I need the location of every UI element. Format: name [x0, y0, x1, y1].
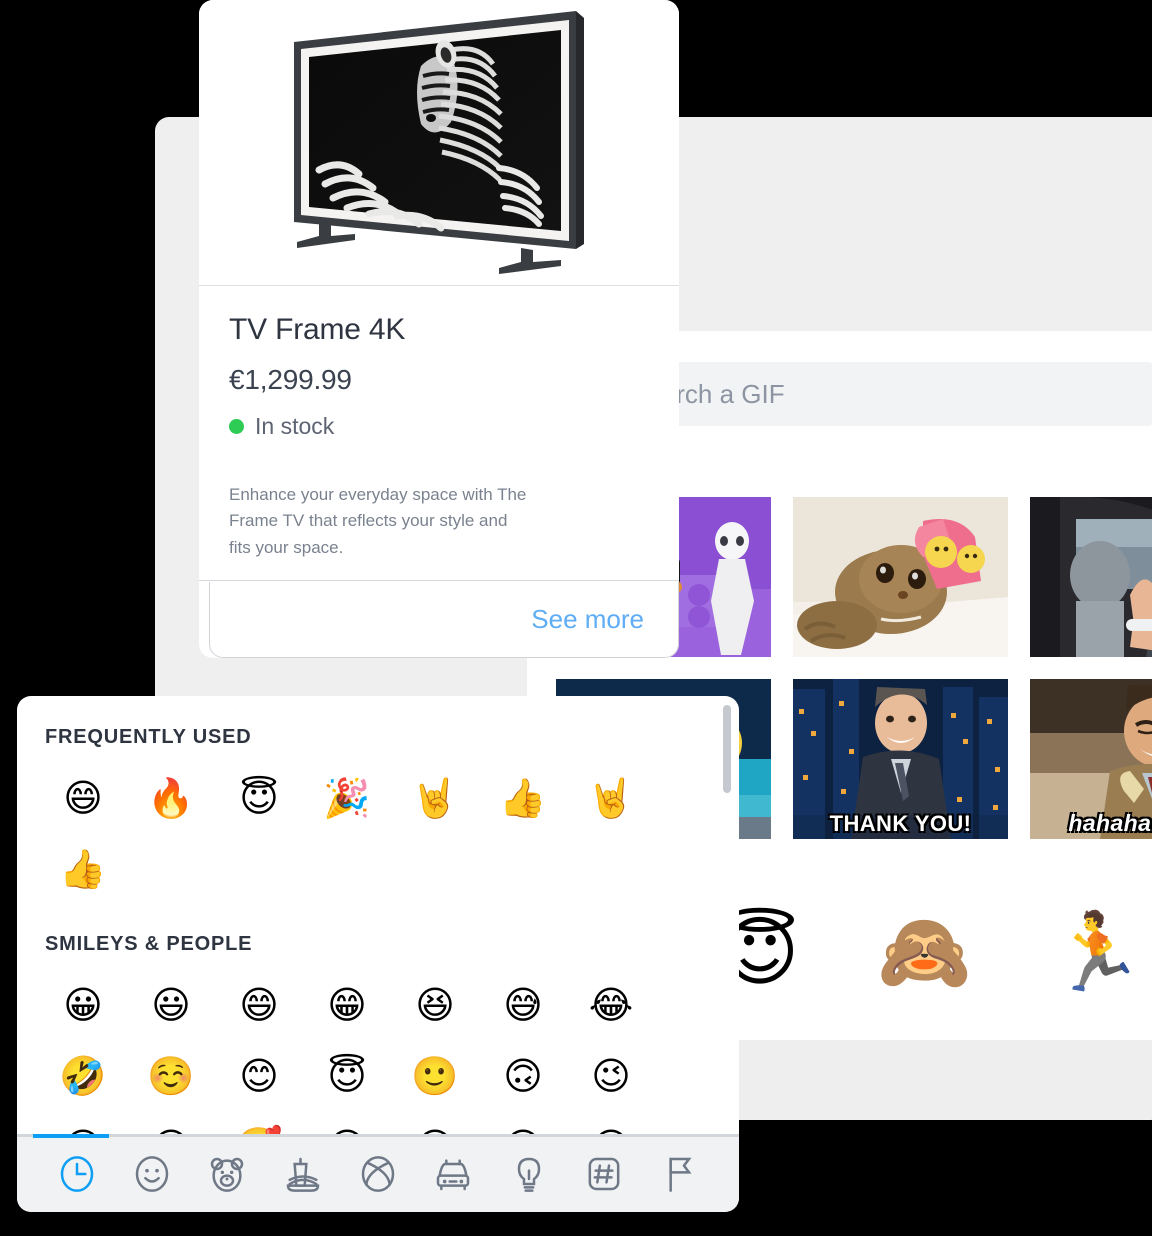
emoji-cell[interactable]: 😌: [39, 1112, 127, 1137]
emoji-cell[interactable]: 🥰: [215, 1112, 303, 1137]
emoji-cell[interactable]: 😄: [215, 970, 303, 1041]
bear-animal-icon: [207, 1152, 247, 1201]
emoji-cell[interactable]: 😙: [479, 1112, 567, 1137]
product-description: Enhance your everyday space with The Fra…: [229, 485, 527, 557]
emoji-cell[interactable]: 😉: [567, 1041, 655, 1112]
emoji-tab-objects[interactable]: [491, 1137, 566, 1212]
gif-caption: THANK YOU!: [829, 811, 972, 836]
emoji-section-title-smileys-people: SMILEYS & PEOPLE: [45, 933, 253, 955]
product-card: TV Frame 4K €1,299.99 In stock Enhance y…: [199, 0, 679, 658]
smiley-icon: [132, 1152, 172, 1201]
gif-caption: hahahahaha: [1068, 810, 1152, 836]
emoji-picker-panel: FREQUENTLY USED 😄 🔥 😇 🎉 🤘 👍 🤘 👍 SMILEYS …: [17, 696, 739, 1212]
emoji-cell[interactable]: 😄: [39, 763, 127, 834]
gif-thumb-man-thumbs-up-in-car[interactable]: [1030, 497, 1152, 657]
basketball-icon: [358, 1152, 398, 1201]
emoji-cell[interactable]: 😊: [215, 1041, 303, 1112]
emoji-tab-symbols[interactable]: [566, 1137, 641, 1212]
emoji-cell[interactable]: 🤘: [567, 763, 655, 834]
large-emoji-row: 😇 🙈 🏃: [720, 915, 1145, 991]
status-dot-icon: [229, 419, 244, 434]
gif-thumb-seth-meyers-thank-you[interactable]: THANK YOU!: [793, 679, 1008, 839]
product-info: TV Frame 4K €1,299.99 In stock Enhance y…: [199, 287, 679, 581]
emoji-grid-frequently-used: 😄 🔥 😇 🎉 🤘 👍 🤘 👍: [17, 763, 717, 905]
emoji-tab-flags[interactable]: [642, 1137, 717, 1212]
emoji-grid-smileys-people: 😀 😃 😄 😁 😆 😅 😂 🤣 ☺️ 😊 😇 🙂 🙃 😉 😌 😍 🥰 😘 😗: [17, 970, 717, 1137]
see-more-link[interactable]: See more: [531, 604, 644, 635]
status-badge: In stock: [255, 413, 335, 439]
emoji-cell[interactable]: 😍: [127, 1112, 215, 1137]
product-title: TV Frame 4K: [229, 313, 406, 346]
emoji-cell[interactable]: 😗: [391, 1112, 479, 1137]
emoji-cell[interactable]: ☺️: [127, 1041, 215, 1112]
emoji-cell[interactable]: 😇: [303, 1041, 391, 1112]
recent-clock-icon: [57, 1152, 97, 1201]
emoji-cell[interactable]: 😆: [391, 970, 479, 1041]
emoji-cell[interactable]: 😀: [39, 970, 127, 1041]
emoji-person-running[interactable]: 🏃: [1050, 915, 1145, 991]
emoji-cell[interactable]: 👍: [39, 834, 127, 905]
emoji-cell[interactable]: 😁: [303, 970, 391, 1041]
car-travel-icon: [433, 1152, 473, 1201]
emoji-cell[interactable]: 😂: [567, 970, 655, 1041]
framed-tv-illustration: [199, 0, 679, 286]
emoji-tab-recent-clock[interactable]: [39, 1137, 114, 1212]
emoji-cell[interactable]: 😇: [215, 763, 303, 834]
product-card-footer: See more: [209, 582, 679, 658]
emoji-cell[interactable]: 🙃: [479, 1041, 567, 1112]
emoji-section-title-frequently-used: FREQUENTLY USED: [45, 726, 252, 748]
screenshot-stage: Search a GIF POPULAR: [0, 0, 1152, 1236]
emoji-category-tabbar: [17, 1134, 739, 1212]
stock-status: In stock: [229, 413, 649, 440]
emoji-cell[interactable]: 😅: [479, 970, 567, 1041]
emoji-tab-food[interactable]: [265, 1137, 340, 1212]
hash-symbol-icon: [584, 1152, 624, 1201]
emoji-scroll-area: FREQUENTLY USED 😄 🔥 😇 🎉 🤘 👍 🤘 👍 SMILEYS …: [17, 696, 739, 1136]
emoji-cell[interactable]: 🔥: [127, 763, 215, 834]
emoji-cell[interactable]: 👍: [479, 763, 567, 834]
emoji-tab-travel[interactable]: [416, 1137, 491, 1212]
lightbulb-icon: [509, 1152, 549, 1201]
flag-icon: [659, 1152, 699, 1201]
emoji-cell[interactable]: 😘: [303, 1112, 391, 1137]
food-drink-icon: [283, 1152, 323, 1201]
emoji-scrollbar[interactable]: [723, 705, 731, 1125]
product-image: [199, 0, 679, 286]
emoji-scrollbar-thumb[interactable]: [723, 705, 731, 793]
emoji-cell[interactable]: 😃: [127, 970, 215, 1041]
emoji-cell[interactable]: 😚: [567, 1112, 655, 1137]
emoji-tab-smileys[interactable]: [114, 1137, 189, 1212]
emoji-see-no-evil-monkey[interactable]: 🙈: [877, 915, 972, 991]
emoji-tab-activity[interactable]: [340, 1137, 415, 1212]
product-price: €1,299.99: [229, 364, 352, 395]
emoji-cell[interactable]: 🤘: [391, 763, 479, 834]
gif-thumb-steve-carell-hahaha[interactable]: hahahahaha: [1030, 679, 1152, 839]
gif-thumb-cat-in-pink-hat[interactable]: [793, 497, 1008, 657]
emoji-cell[interactable]: 🤣: [39, 1041, 127, 1112]
emoji-cell[interactable]: 🙂: [391, 1041, 479, 1112]
emoji-tab-animals[interactable]: [190, 1137, 265, 1212]
emoji-cell[interactable]: 🎉: [303, 763, 391, 834]
